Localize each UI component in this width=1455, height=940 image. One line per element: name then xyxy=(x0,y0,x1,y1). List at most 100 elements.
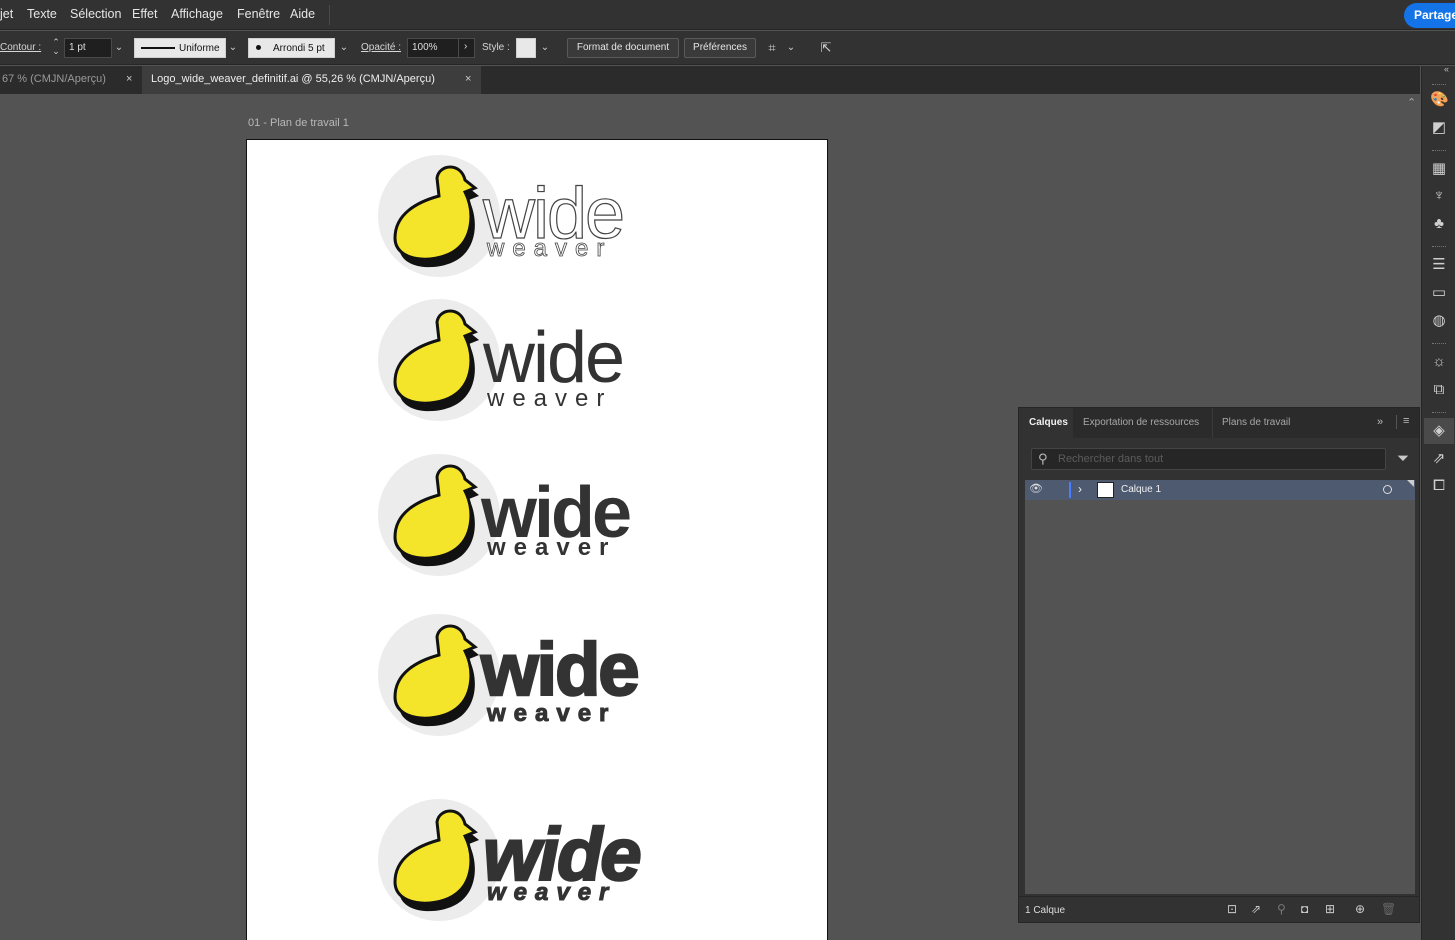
visibility-eye-icon[interactable]: 👁 xyxy=(1029,482,1043,495)
artboards-icon[interactable]: ⧠ xyxy=(1430,477,1448,495)
opacity-field[interactable]: 100% xyxy=(407,38,459,58)
clipping-mask-icon[interactable]: ◘ xyxy=(1301,902,1308,916)
transparency-icon[interactable]: ◍ xyxy=(1430,312,1448,330)
chevron-down-icon[interactable]: ⌄ xyxy=(336,39,352,57)
tab-exportation-ressources[interactable]: Exportation de ressources xyxy=(1075,408,1213,438)
artboard[interactable]: wide weaver wide weaver wide weaver wide… xyxy=(246,139,828,940)
menu-aide[interactable]: Aide xyxy=(290,7,315,21)
panel-menu-icon[interactable]: ≡ xyxy=(1403,415,1409,427)
collapse-icon[interactable]: « xyxy=(1444,64,1449,74)
brushes-icon[interactable]: ♆ xyxy=(1430,187,1448,205)
opacity-label: Opacité : xyxy=(361,42,402,53)
arrange-icon[interactable]: ⌗ xyxy=(764,39,780,57)
menu-objet[interactable]: jet xyxy=(0,7,13,21)
gradient-icon[interactable]: ▭ xyxy=(1430,284,1448,302)
tab-label: 67 % (CMJN/Aperçu) xyxy=(2,73,106,85)
symbols-icon[interactable]: ♣ xyxy=(1430,215,1448,233)
layer-row[interactable]: 👁 › Calque 1 xyxy=(1025,480,1415,500)
palette-icon[interactable]: 🎨 xyxy=(1430,91,1449,109)
logo-word-weaver: weaver xyxy=(486,700,616,727)
selection-corner-icon xyxy=(1407,480,1414,487)
chevron-right-icon[interactable]: › xyxy=(1078,482,1082,496)
export-icon[interactable]: ⇱ xyxy=(818,39,834,57)
contour-label: Contour : xyxy=(0,42,42,53)
chevron-right-icon[interactable]: › xyxy=(458,38,475,58)
style-swatch[interactable] xyxy=(516,38,536,58)
stroke-profile-select[interactable]: Uniforme xyxy=(134,38,226,58)
logo-variant-medium: wide weaver xyxy=(378,454,633,576)
dock-grip xyxy=(1432,150,1446,153)
dock-grip xyxy=(1432,84,1446,87)
menu-affichage[interactable]: Affichage xyxy=(171,7,223,21)
scroll-up-icon[interactable]: ⌃ xyxy=(1407,96,1416,109)
panel-tabs: Calques Exportation de ressources Plans … xyxy=(1019,408,1419,438)
share-button[interactable]: Partager xyxy=(1404,3,1455,28)
dock-grip xyxy=(1432,343,1446,346)
logo-word-weaver: weaver xyxy=(486,235,612,262)
preferences-button[interactable]: Préférences xyxy=(684,38,756,58)
tab-label: Logo_wide_weaver_definitif.ai @ 55,26 % … xyxy=(151,73,435,85)
right-dock: « 🎨 ◩ ▦ ♆ ♣ ☰ ▭ ◍ ☼ ⧉ ◈ ⇗ ⧠ xyxy=(1421,64,1455,940)
chevron-down-icon[interactable]: ⌄ xyxy=(225,39,241,57)
logo-variant-thin: wide weaver xyxy=(378,155,626,277)
tab-document-1[interactable]: 67 % (CMJN/Aperçu) × xyxy=(0,66,142,94)
trash-icon[interactable]: 🗑 xyxy=(1381,902,1396,916)
dock-grip xyxy=(1432,412,1446,415)
tab-plans-de-travail[interactable]: Plans de travail xyxy=(1214,408,1314,438)
artboard-label: 01 - Plan de travail 1 xyxy=(248,117,349,129)
logo-word-weaver: weaver xyxy=(487,879,616,906)
chevron-down-icon[interactable]: ⌄ xyxy=(111,39,127,57)
menu-bar: jet Texte Sélection Effet Affichage Fenê… xyxy=(0,0,1455,30)
target-circle-icon[interactable] xyxy=(1383,485,1392,494)
layers-search[interactable]: ⚲ xyxy=(1031,448,1386,470)
layer-count: 1 Calque xyxy=(1025,905,1066,916)
stroke-stepper[interactable]: ⌃ ⌄ xyxy=(48,38,64,56)
menu-texte[interactable]: Texte xyxy=(27,7,57,21)
expand-icon[interactable]: » xyxy=(1377,416,1383,428)
new-sublayer-icon[interactable]: ⊞ xyxy=(1325,902,1335,916)
collect-export-icon[interactable]: ⊡ xyxy=(1227,902,1237,916)
appearance-icon[interactable]: ☼ xyxy=(1430,353,1448,371)
logo-variant-black-italic: wide weaver xyxy=(378,799,644,921)
chevron-down-icon[interactable]: ⌄ xyxy=(783,39,799,57)
layers-icon[interactable]: ◈ xyxy=(1430,422,1448,440)
tab-document-2[interactable]: Logo_wide_weaver_definitif.ai @ 55,26 % … xyxy=(142,66,481,94)
locate-object-icon[interactable]: ⚲ xyxy=(1277,902,1286,916)
brush-label: Arrondi 5 pt xyxy=(273,43,325,54)
panel-footer: 1 Calque ⊡ ⇗ ⚲ ◘ ⊞ ⊕ 🗑 xyxy=(1019,896,1419,922)
menu-effet[interactable]: Effet xyxy=(132,7,157,21)
libraries-icon[interactable]: ▦ xyxy=(1430,160,1448,178)
layer-thumbnail xyxy=(1097,482,1114,498)
menu-divider xyxy=(329,5,330,25)
menu-selection[interactable]: Sélection xyxy=(70,7,121,21)
menu-fenetre[interactable]: Fenêtre xyxy=(237,7,280,21)
chevron-down-icon[interactable]: ⌄ xyxy=(537,39,553,57)
stroke-profile-label: Uniforme xyxy=(179,43,220,54)
close-icon[interactable]: × xyxy=(126,73,132,85)
document-format-button[interactable]: Format de document xyxy=(567,38,679,58)
layer-name[interactable]: Calque 1 xyxy=(1121,484,1161,495)
search-input[interactable] xyxy=(1058,451,1378,467)
swatches-icon[interactable]: ◩ xyxy=(1430,119,1448,137)
tab-divider xyxy=(1396,415,1397,429)
style-label: Style : xyxy=(482,42,510,53)
stroke-icon[interactable]: ☰ xyxy=(1430,256,1448,274)
logo-variant-black: wide weaver xyxy=(378,614,641,736)
tab-calques[interactable]: Calques xyxy=(1019,408,1073,438)
export-layer-icon[interactable]: ⇗ xyxy=(1251,902,1261,916)
asset-export-icon[interactable]: ⇗ xyxy=(1430,450,1448,468)
close-icon[interactable]: × xyxy=(465,73,471,85)
new-layer-icon[interactable]: ⊕ xyxy=(1355,902,1365,916)
brush-select[interactable]: Arrondi 5 pt xyxy=(248,38,335,58)
document-tabs: 67 % (CMJN/Aperçu) × Logo_wide_weaver_de… xyxy=(0,66,1420,94)
brush-dot-icon xyxy=(256,45,261,50)
search-icon: ⚲ xyxy=(1038,451,1048,466)
layers-panel: Calques Exportation de ressources Plans … xyxy=(1018,407,1420,923)
graphic-styles-icon[interactable]: ⧉ xyxy=(1430,381,1448,399)
stroke-weight-field[interactable]: 1 pt xyxy=(64,38,112,58)
logo-word-weaver: weaver xyxy=(486,385,612,412)
dock-grip xyxy=(1432,246,1446,249)
layer-color-bar xyxy=(1069,482,1071,498)
control-bar: Contour : ⌃ ⌄ 1 pt ⌄ Uniforme ⌄ Arrondi 5… xyxy=(0,31,1455,65)
filter-icon[interactable]: ⏷ xyxy=(1397,450,1409,467)
